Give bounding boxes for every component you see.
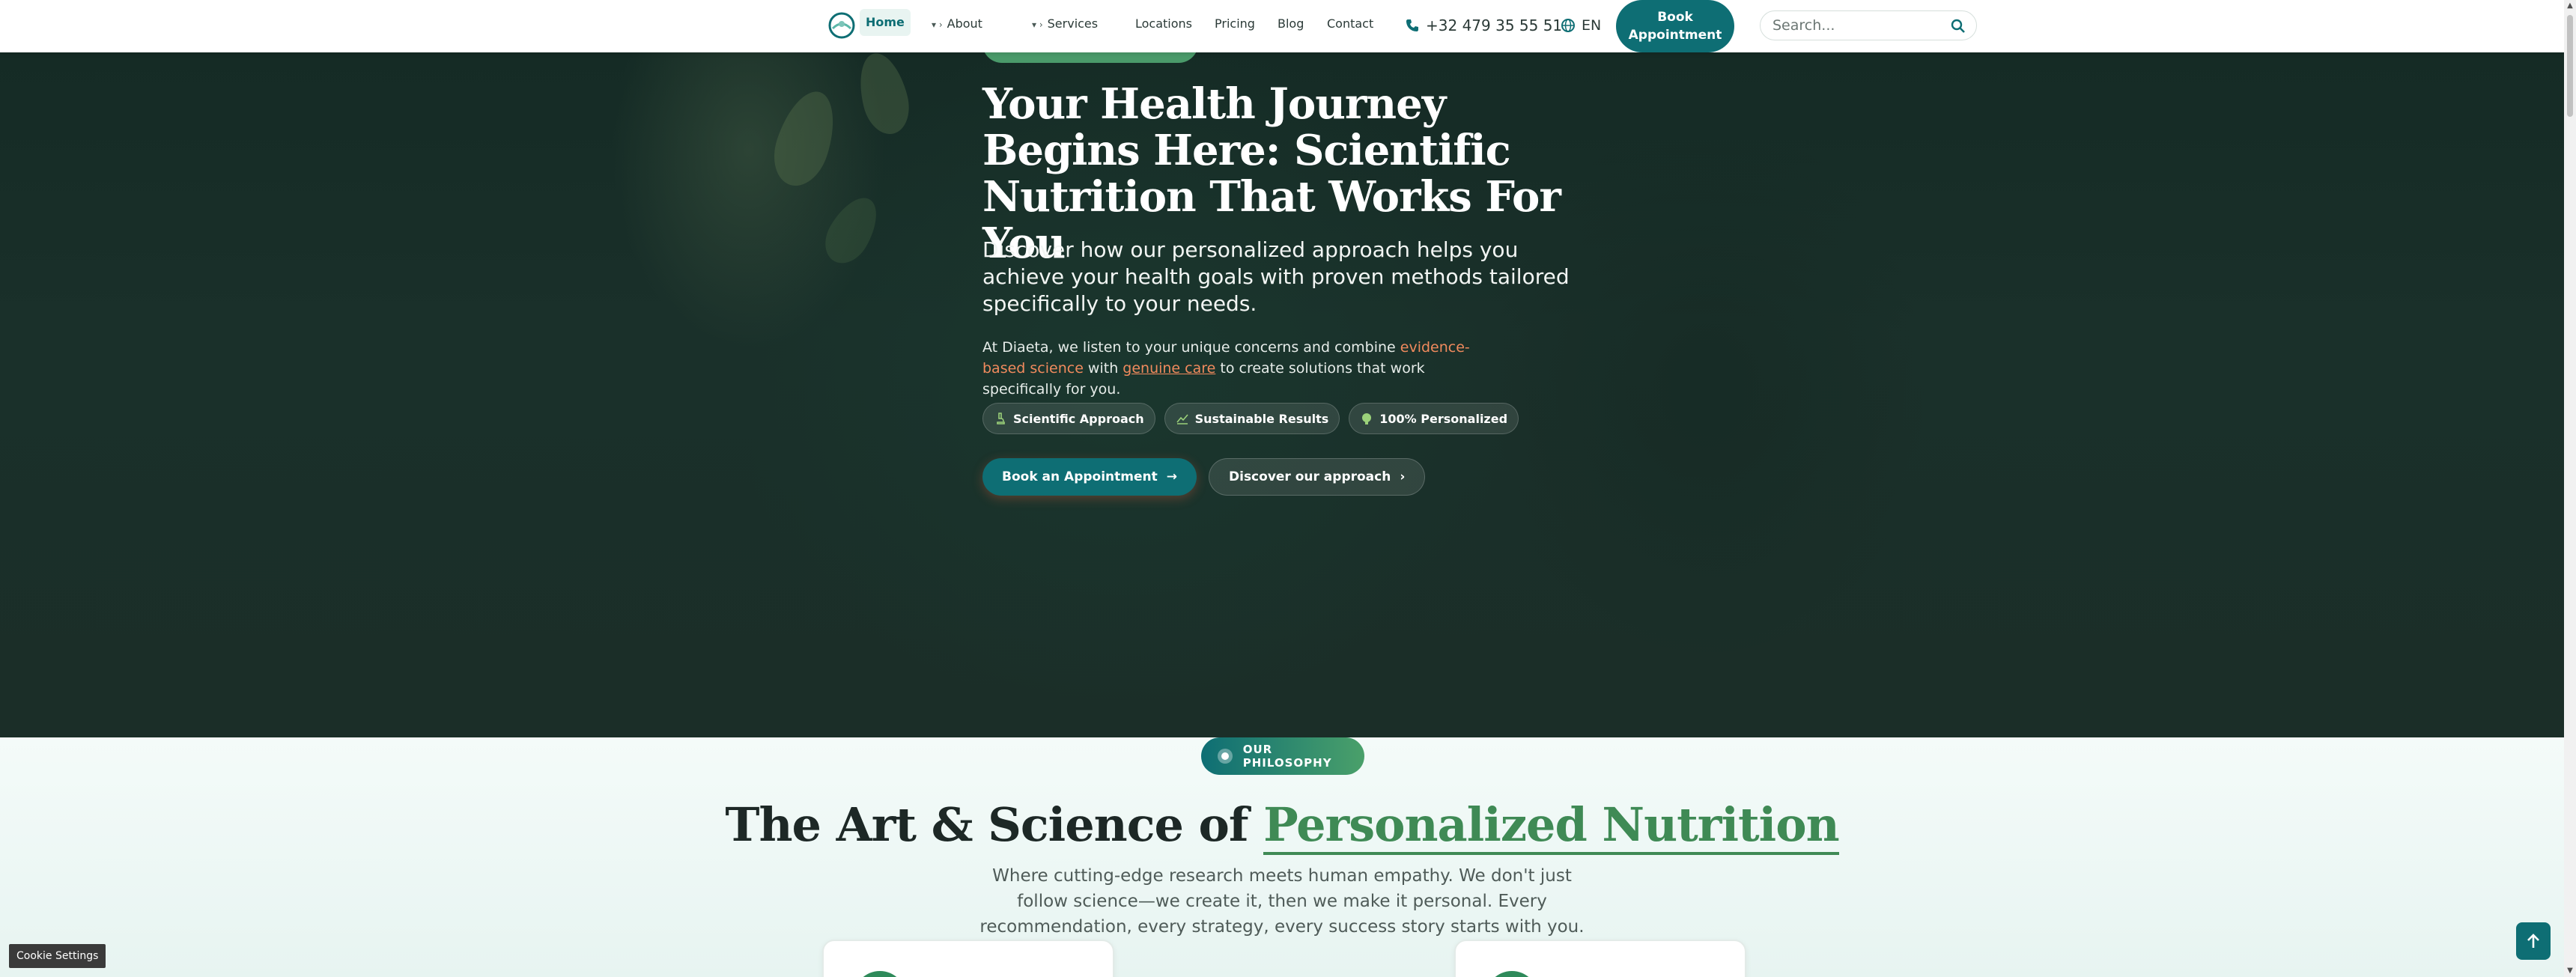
arrow-right-icon: → — [1166, 469, 1177, 484]
philosophy-badge-label: OUR PHILOSOPHY — [1242, 743, 1332, 770]
hero-cta-group: Book an Appointment → Discover our appro… — [982, 458, 1426, 496]
card-icon-circle — [854, 971, 906, 977]
scrollbar-thumb[interactable] — [2567, 15, 2573, 117]
nav-pricing[interactable]: Pricing — [1215, 9, 1255, 39]
pill-label: Sustainable Results — [1194, 411, 1329, 426]
philosophy-card — [1454, 940, 1746, 977]
hero-section: Your Health Journey Begins Here: Scienti… — [0, 0, 2564, 737]
diaeta-logo-icon[interactable] — [828, 12, 855, 39]
pill-scientific-approach: Scientific Approach — [982, 403, 1155, 434]
page-scrollbar[interactable] — [2564, 0, 2576, 977]
chevron-down-icon: ▾ › — [932, 19, 943, 30]
philosophy-description: Where cutting-edge research meets human … — [979, 866, 1585, 937]
nav-book-label-line2: Appointment — [1628, 28, 1722, 43]
microscope-icon — [997, 413, 1005, 424]
background-leaf — [815, 189, 888, 272]
search-input[interactable] — [1772, 11, 1945, 40]
nav-contact[interactable]: Contact — [1327, 9, 1373, 39]
dot-icon — [1218, 749, 1233, 764]
chart-line-icon — [1176, 414, 1188, 424]
chevron-down-icon: ▾ › — [1032, 19, 1043, 30]
nav-locations[interactable]: Locations — [1135, 9, 1192, 39]
philosophy-card — [822, 940, 1114, 977]
pill-label: 100% Personalized — [1379, 411, 1508, 426]
discover-approach-button[interactable]: Discover our approach › — [1209, 458, 1426, 496]
phone-icon — [1406, 19, 1418, 31]
search-icon[interactable] — [1951, 19, 1966, 34]
background-leaf — [851, 48, 916, 139]
philosophy-title-accent: Personalized Nutrition — [1263, 797, 1840, 855]
nav-blog[interactable]: Blog — [1278, 9, 1304, 39]
language-code: EN — [1582, 17, 1602, 34]
search-box — [1760, 10, 1977, 40]
back-to-top-button[interactable] — [2516, 922, 2551, 960]
book-appointment-button[interactable]: Book an Appointment → — [982, 458, 1197, 496]
phone-link[interactable]: +32 479 35 55 51 — [1405, 10, 1562, 40]
philosophy-section: OUR PHILOSOPHY The Art & Science of Pers… — [0, 737, 2564, 977]
phone-number: +32 479 35 55 51 — [1426, 16, 1563, 34]
brain-icon — [1362, 413, 1372, 424]
nav-services-label: Services — [1047, 16, 1099, 31]
philosophy-title-plain: The Art & Science of — [725, 797, 1264, 852]
pill-label: Scientific Approach — [1013, 411, 1144, 426]
card-icon-circle — [1486, 971, 1538, 977]
arrow-up-icon — [2527, 934, 2539, 948]
discover-approach-label: Discover our approach — [1229, 469, 1391, 484]
hero-paragraph-text: with — [1083, 360, 1123, 377]
nav-about[interactable]: ▾ › About — [932, 9, 982, 39]
cookie-settings-button[interactable]: Cookie Settings — [9, 944, 106, 968]
globe-icon — [1561, 19, 1575, 32]
book-appointment-label: Book an Appointment — [1002, 469, 1158, 484]
genuine-care-highlight: genuine care — [1123, 360, 1216, 377]
scroll-down-arrow-icon[interactable]: ▼ — [2566, 967, 2574, 975]
philosophy-title: The Art & Science of Personalized Nutrit… — [0, 797, 2564, 855]
nav-about-label: About — [947, 16, 982, 31]
pill-personalized: 100% Personalized — [1349, 403, 1519, 434]
chevron-right-icon: › — [1400, 469, 1406, 484]
language-selector[interactable]: EN — [1561, 10, 1601, 40]
hero-subtitle: Discover how our personalized approach h… — [982, 237, 1570, 316]
hero-paragraph: At Diaeta, we listen to your unique conc… — [982, 337, 1507, 400]
hero-paragraph-text: At Diaeta, we listen to your unique conc… — [982, 339, 1400, 356]
background-leaf — [765, 84, 845, 193]
scroll-up-arrow-icon[interactable]: ▲ — [2566, 2, 2574, 10]
philosophy-badge: OUR PHILOSOPHY — [1201, 737, 1364, 775]
nav-home[interactable]: Home — [860, 9, 911, 36]
pill-sustainable-results: Sustainable Results — [1164, 403, 1340, 434]
nav-book-appointment-button[interactable]: Book Appointment — [1616, 0, 1734, 52]
nav-book-label-line1: Book — [1657, 10, 1693, 25]
nav-services[interactable]: ▾ › Services — [1032, 9, 1098, 39]
top-navigation: Home ▾ › About ▾ › Services Locations Pric… — [0, 0, 2564, 52]
feature-pills: Scientific Approach Sustainable Results … — [982, 403, 1519, 434]
